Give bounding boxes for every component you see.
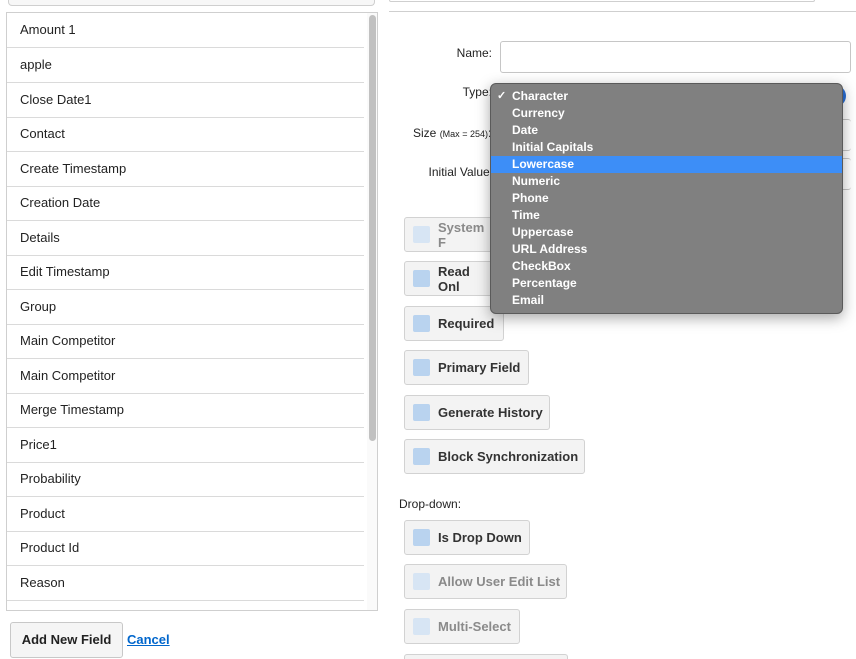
required-checkbox[interactable]: Required xyxy=(404,306,504,341)
add-new-field-button[interactable]: Add New Field xyxy=(10,622,123,658)
list-scrollbar-thumb[interactable] xyxy=(369,15,376,441)
primary-field-checkbox[interactable]: Primary Field xyxy=(404,350,529,385)
list-item[interactable]: Close Date1 xyxy=(7,83,364,118)
type-option-email[interactable]: Email xyxy=(491,292,842,309)
list-item[interactable]: Group xyxy=(7,290,364,325)
name-label: Name: xyxy=(456,46,492,60)
checkbox-icon xyxy=(413,226,430,243)
list-item[interactable]: Creation Date xyxy=(7,186,364,221)
list-item[interactable]: Main Competitor xyxy=(7,324,364,359)
type-option-currency[interactable]: Currency xyxy=(491,105,842,122)
list-item[interactable]: Create Timestamp xyxy=(7,152,364,187)
checkmark-icon: ✓ xyxy=(497,90,507,102)
list-scrollbar[interactable] xyxy=(367,13,377,610)
checkbox-icon xyxy=(413,315,430,332)
type-option-initial-capitals[interactable]: Initial Capitals xyxy=(491,139,842,156)
type-label: Type: xyxy=(462,85,492,99)
checkbox-icon xyxy=(413,270,430,287)
type-option-time[interactable]: Time xyxy=(491,207,842,224)
type-option-percentage[interactable]: Percentage xyxy=(491,275,842,292)
type-option-character[interactable]: ✓ Character xyxy=(491,88,842,105)
checkbox-icon xyxy=(413,529,430,546)
checkbox-icon xyxy=(413,404,430,421)
checkbox-icon xyxy=(413,359,430,376)
size-label: Size (Max = 254): xyxy=(413,126,491,140)
block-synchronization-checkbox[interactable]: Block Synchronization xyxy=(404,439,585,474)
list-item[interactable]: Probability xyxy=(7,462,364,497)
next-checkbox-partial[interactable] xyxy=(404,654,568,659)
checkbox-icon xyxy=(413,448,430,465)
generate-history-checkbox[interactable]: Generate History xyxy=(404,395,550,430)
list-item[interactable]: Merge Timestamp xyxy=(7,393,364,428)
list-item[interactable]: Edit Timestamp xyxy=(7,255,364,290)
list-item[interactable]: Product xyxy=(7,497,364,532)
system-field-checkbox[interactable]: System F xyxy=(404,217,494,252)
type-option-lowercase[interactable]: Lowercase xyxy=(491,156,842,173)
size-max-hint: (Max = 254) xyxy=(439,129,488,139)
list-item[interactable]: Reason xyxy=(7,566,364,601)
cancel-link[interactable]: Cancel xyxy=(127,632,170,647)
type-option-url-address[interactable]: URL Address xyxy=(491,241,842,258)
type-dropdown-menu[interactable]: ✓ Character Currency Date Initial Capita… xyxy=(490,83,843,314)
list-item[interactable]: Amount 1 xyxy=(7,13,364,48)
list-item[interactable]: Price1 xyxy=(7,428,364,463)
checkbox-icon xyxy=(413,573,430,590)
type-option-numeric[interactable]: Numeric xyxy=(491,173,842,190)
type-option-checkbox[interactable]: CheckBox xyxy=(491,258,842,275)
top-right-panel-edge xyxy=(389,0,856,12)
is-drop-down-checkbox[interactable]: Is Drop Down xyxy=(404,520,530,555)
field-list[interactable]: Amount 1 apple Close Date1 Contact Creat… xyxy=(6,12,378,611)
list-item[interactable]: Product Id xyxy=(7,531,364,566)
list-item[interactable]: apple xyxy=(7,48,364,83)
checkbox-icon xyxy=(413,618,430,635)
type-option-date[interactable]: Date xyxy=(491,122,842,139)
list-item[interactable]: Details xyxy=(7,221,364,256)
list-item[interactable]: Contact xyxy=(7,117,364,152)
name-input[interactable] xyxy=(500,41,851,73)
type-option-phone[interactable]: Phone xyxy=(491,190,842,207)
drop-down-section-label: Drop-down: xyxy=(399,497,462,511)
type-option-uppercase[interactable]: Uppercase xyxy=(491,224,842,241)
top-left-panel-edge xyxy=(8,0,375,6)
initial-value-label: Initial Value: xyxy=(428,165,493,179)
allow-user-edit-list-checkbox[interactable]: Allow User Edit List xyxy=(404,564,567,599)
list-item[interactable]: Main Competitor xyxy=(7,359,364,394)
list-item[interactable] xyxy=(7,601,364,610)
multi-select-checkbox[interactable]: Multi-Select xyxy=(404,609,520,644)
read-only-checkbox[interactable]: Read Onl xyxy=(404,261,494,296)
